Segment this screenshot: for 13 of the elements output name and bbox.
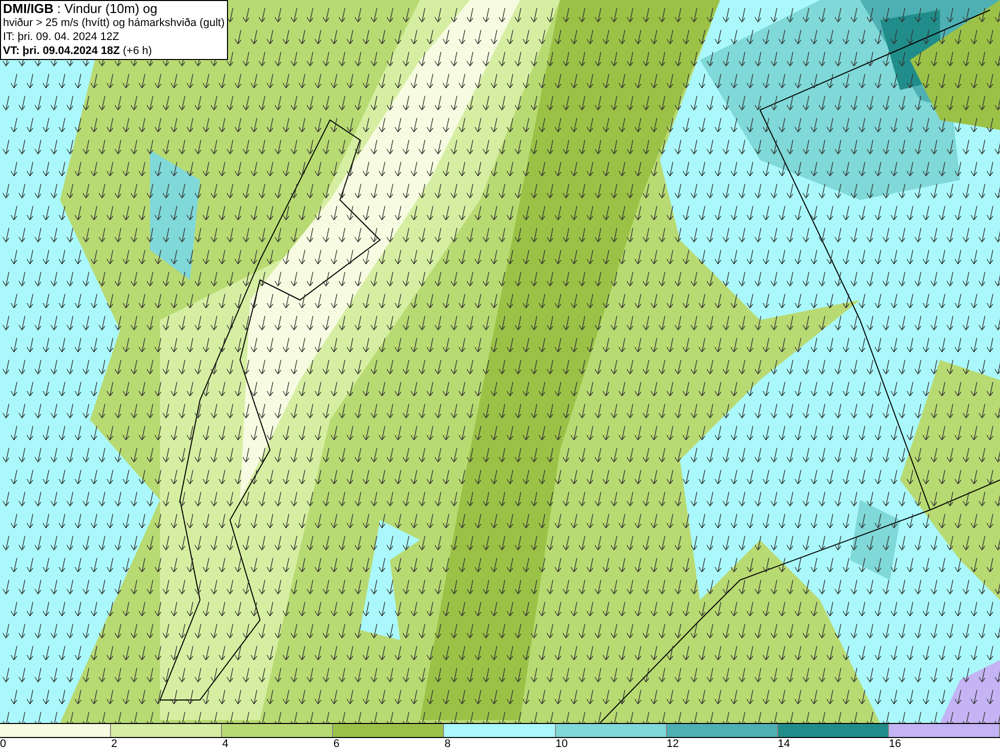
legend-tick-label: 14 [778,738,790,750]
title-line: DMI/IGB : Vindur (10m) og [3,2,158,16]
legend-tick-label: 16 [888,738,902,750]
legend-tick-label: 8 [444,738,451,750]
legend-tick-label: 2 [111,738,118,750]
title-line: IT: þri. 09. 04. 2024 12Z [3,30,120,44]
legend-tick-label: 10 [556,738,568,750]
title-line: VT: þri. 09.04.2024 18Z (+6 h) [3,44,153,58]
legend-tick-label: 6 [333,738,340,750]
legend-tick-label: 12 [666,738,679,750]
title-line: hviður > 25 m/s (hvítt) og hámarkshviða (gult) [3,16,225,30]
legend-tick-label: 0 [0,738,6,750]
legend-tick-label: 4 [222,738,228,750]
